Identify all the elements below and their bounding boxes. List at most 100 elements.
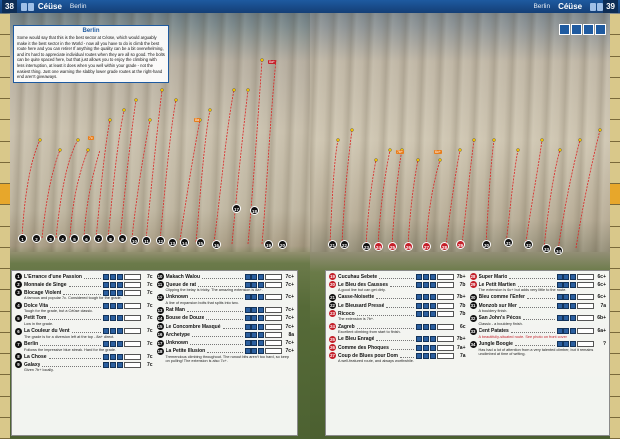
route-entry: 7 Berlin 7c Follows the impressive blue str…: [15, 340, 153, 353]
route-header: 17 Unknown 7c+: [156, 339, 294, 347]
tick-box: [436, 294, 454, 301]
topo-number: 24: [374, 242, 383, 251]
topo-number: 25: [388, 242, 397, 251]
extension-tag: 7b+: [396, 150, 404, 154]
route-style-icons: [416, 323, 436, 330]
route-description: A good line but can get dirty.: [338, 288, 386, 293]
route-style-icons: [103, 341, 123, 347]
leader-dots: [517, 283, 555, 287]
left-page: 7c 8a 8a+ 1 2 3 4 5 6 7 8 9 10 11 12 13 14 15 16 17 18 19 2…: [0, 0, 310, 439]
route-name: Bleu comme l'Enfer: [478, 294, 525, 301]
leader-dots: [202, 275, 243, 279]
route-entry: 8 La Chose 7c: [15, 353, 153, 361]
route-grade: 6c: [459, 323, 466, 330]
route-description: The grade is for a diversion left at the…: [24, 334, 115, 339]
route-name: Galaxy: [24, 361, 41, 368]
route-entry: 12 Unknown 7c+ A line of expansion bolts th…: [156, 293, 294, 306]
route-grade: 7b: [459, 310, 466, 317]
topo-number: 34: [554, 246, 563, 255]
route-style-icons: [244, 273, 264, 280]
tick-box: [265, 323, 282, 330]
route-style-icons: [556, 328, 576, 335]
route-header: 11 Queue de rat 7c+: [156, 281, 294, 289]
figure-icons: [590, 2, 604, 11]
tick-box: [265, 315, 282, 322]
route-number: 29: [469, 281, 477, 289]
leader-dots: [207, 349, 243, 354]
route-header: 26 Comme des Phoques 7a+: [329, 344, 466, 352]
leader-dots: [376, 337, 415, 342]
route-grade: 7c: [146, 315, 153, 322]
tick-box: [436, 344, 454, 351]
topo-number: 30: [482, 240, 491, 249]
route-name: La Chose: [24, 353, 47, 360]
route-style-icons: [556, 294, 576, 301]
route-grade: 7c: [146, 273, 153, 280]
route-grade: 7c+: [285, 323, 294, 330]
route-number: 4: [15, 302, 22, 310]
route-description: A line of expansion bolts that splits in…: [165, 300, 239, 305]
route-entry: 21 Casse-Noisette 7b+: [329, 293, 466, 301]
topo-number: 6: [82, 234, 91, 243]
route-style-icons: [244, 307, 264, 314]
route-column: 28 Super Mario 6c+ 29 Le Petit Martien 6c+ The…: [469, 273, 606, 433]
route-name: Unknown: [165, 294, 189, 301]
tick-box: [577, 341, 594, 347]
tick-box: [265, 331, 282, 338]
route-number: 13: [156, 306, 164, 314]
leader-dots: [48, 316, 102, 321]
extension-tag: 8a: [194, 118, 200, 122]
topo-number: 7: [94, 234, 103, 243]
route-style-icons: [556, 273, 576, 280]
leader-dots: [390, 346, 415, 350]
route-name: Bouse de Douze: [165, 315, 205, 322]
route-entry: 13 Rat Man 7c+: [156, 306, 294, 314]
extension-tag: 6c+: [434, 150, 442, 154]
sector-title: Berlin: [533, 3, 551, 10]
route-header: 4 Dolce Vita 7c: [15, 302, 153, 310]
route-name: Cucuhau Sebete: [338, 273, 378, 280]
route-entry: 22 Le Bleusard Pressé 7b: [329, 302, 466, 310]
route-header: 12 Unknown 7c+: [156, 293, 294, 301]
tick-box: [123, 302, 141, 309]
route-name: Casse-Noisette: [338, 294, 375, 301]
route-name: Le Bleu des Causses: [338, 281, 389, 288]
route-number: 9: [15, 361, 22, 369]
route-number: 11: [156, 281, 164, 289]
route-description: A famous and popular 7c. Considered toug…: [24, 296, 122, 301]
route-grade: 6c+: [597, 281, 606, 288]
route-name: San John's Pécos: [478, 315, 522, 322]
figure-icons: [20, 2, 34, 11]
side-tabs-right: [610, 14, 620, 439]
tick-box: [577, 315, 594, 322]
sun-icon: [571, 24, 582, 35]
route-header: 9 Galaxy 7c: [15, 361, 153, 369]
route-entry: 11 Queue de rat 7c+ Clipping the belay is t…: [156, 281, 294, 293]
route-description: The extension is 7b+.: [338, 317, 375, 322]
route-number: 15: [156, 323, 164, 331]
topo-number: 19: [264, 240, 273, 249]
route-header: 27 Coup de Blues pour Dom 7a: [329, 352, 466, 360]
route-grade: 7a: [459, 352, 466, 359]
route-style-icons: [244, 323, 264, 330]
route-name: Queue de rat: [165, 281, 197, 288]
route-grade: 7c: [146, 353, 153, 360]
route-column: 10 Makach Walou 7c+ 11 Queue de rat 7c+ Clippi…: [156, 273, 294, 433]
rain-icon: [583, 24, 594, 35]
route-entry: 4 Dolce Vita 7c Tough for the grade, but a …: [15, 302, 153, 314]
route-header: 19 Cucuhau Sebete 7b+: [329, 273, 466, 280]
topo-number: 1: [18, 234, 27, 243]
route-description: Has had a lot of attention from a very t…: [478, 347, 594, 357]
route-entry: 32 San John's Pécos 6b+ Classic - a boulder…: [469, 314, 606, 327]
leader-dots: [400, 354, 415, 358]
leader-dots: [198, 283, 243, 287]
route-grade: 7b: [459, 302, 466, 309]
tick-box: [123, 328, 141, 335]
route-header: 5 Petit Tom 7c: [15, 314, 153, 322]
route-number: 6: [15, 327, 22, 335]
route-entry: 2 Monnaie de Singe 7c: [15, 281, 153, 289]
route-grade: 7c+: [285, 307, 294, 314]
topo-number: 5: [70, 234, 79, 243]
leader-dots: [68, 283, 102, 287]
route-style-icons: [416, 294, 436, 301]
